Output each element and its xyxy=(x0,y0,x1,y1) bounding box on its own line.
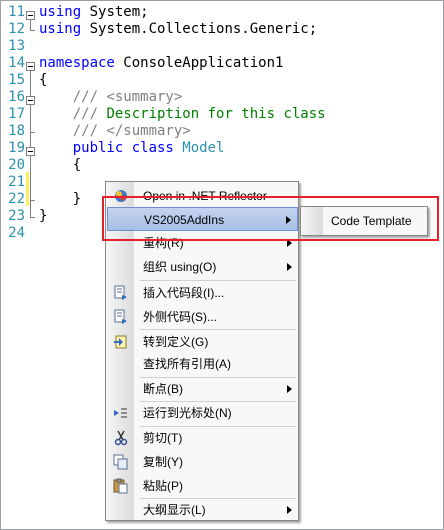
code-line[interactable]: 14 namespace ConsoleApplication1 xyxy=(1,55,443,72)
code-line[interactable]: 16 /// <summary> xyxy=(1,89,443,106)
highlight-annotation-box xyxy=(102,196,439,241)
menu-item-run-to-cursor[interactable]: 运行到光标处(N) xyxy=(107,401,298,425)
code-token: namespace xyxy=(39,55,115,71)
code-text[interactable]: { xyxy=(39,72,47,89)
line-number: 12 xyxy=(8,21,25,37)
code-token: using xyxy=(39,21,82,37)
menu-item-label: 断点(B) xyxy=(143,382,183,396)
insert-snippet-icon xyxy=(114,285,127,300)
menu-item-organize-using[interactable]: 组织 using(O) xyxy=(107,255,298,279)
copy-icon xyxy=(113,454,128,470)
code-line[interactable]: 15 { xyxy=(1,72,443,89)
go-to-definition-icon xyxy=(114,335,127,349)
menu-item-label: 查找所有引用(A) xyxy=(143,357,231,371)
code-line[interactable]: 13 xyxy=(1,38,443,55)
line-number: 13 xyxy=(8,38,25,54)
line-number: 19 xyxy=(8,140,25,156)
menu-item-label: 粘贴(P) xyxy=(143,479,183,493)
menu-item-label: 插入代码段(I)... xyxy=(143,286,225,300)
menu-item-outlining[interactable]: 大纲显示(L) xyxy=(107,498,298,522)
menu-item-go-to-definition[interactable]: 转到定义(G) xyxy=(107,330,298,354)
surround-with-icon xyxy=(114,309,127,324)
code-text[interactable]: /// </summary> xyxy=(39,123,191,140)
code-token: Description for this class xyxy=(98,106,326,122)
line-number: 18 xyxy=(8,123,25,139)
code-text[interactable]: /// <summary> xyxy=(39,89,183,106)
menu-item-find-all-references[interactable]: 查找所有引用(A) xyxy=(107,352,298,376)
menu-item-cut[interactable]: 剪切(T) xyxy=(107,426,298,450)
code-text[interactable]: public class Model xyxy=(39,140,225,157)
menu-item-label: 组织 using(O) xyxy=(143,260,217,274)
line-number: 14 xyxy=(8,55,25,71)
submenu-arrow-icon xyxy=(287,506,292,514)
code-line[interactable]: 20 { xyxy=(1,157,443,174)
menu-item-insert-snippet[interactable]: 插入代码段(I)... xyxy=(107,281,298,305)
line-number: 15 xyxy=(8,72,25,88)
line-number: 20 xyxy=(8,157,25,173)
code-line[interactable]: 11 using System; xyxy=(1,4,443,21)
line-number: 22 xyxy=(8,191,25,207)
menu-item-surround-with[interactable]: 外侧代码(S)... xyxy=(107,305,298,329)
line-number: 16 xyxy=(8,89,25,105)
submenu-arrow-icon xyxy=(287,263,292,271)
code-token: public class xyxy=(39,140,174,156)
code-line[interactable]: 17 /// Description for this class xyxy=(1,106,443,123)
code-token: } xyxy=(39,191,82,207)
code-line[interactable]: 19 public class Model xyxy=(1,140,443,157)
menu-item-copy[interactable]: 复制(Y) xyxy=(107,450,298,474)
code-text[interactable]: { xyxy=(39,157,81,174)
code-token: { xyxy=(39,157,82,173)
code-token: using xyxy=(39,4,82,20)
code-text[interactable]: } xyxy=(39,191,81,208)
menu-item-paste[interactable]: 粘贴(P) xyxy=(107,474,298,498)
menu-item-breakpoint[interactable]: 断点(B) xyxy=(107,377,298,401)
code-token: System.Collections.Generic; xyxy=(81,21,318,37)
code-token: ConsoleApplication1 xyxy=(114,55,284,71)
menu-item-label: 复制(Y) xyxy=(143,455,183,469)
line-number: 21 xyxy=(8,174,25,190)
code-text[interactable]: using System; xyxy=(39,4,149,21)
code-text[interactable]: /// Description for this class xyxy=(39,106,326,123)
submenu-arrow-icon xyxy=(287,385,292,393)
code-token: Model xyxy=(182,140,225,156)
menu-item-label: 运行到光标处(N) xyxy=(143,406,232,420)
code-token: /// </summary> xyxy=(39,123,191,139)
run-to-cursor-icon xyxy=(114,408,127,418)
line-number: 24 xyxy=(8,225,25,241)
line-number: 23 xyxy=(8,208,25,224)
code-token: System; xyxy=(81,4,149,20)
code-token: { xyxy=(39,72,48,88)
menu-item-label: 转到定义(G) xyxy=(143,335,209,349)
code-line[interactable]: 18 /// </summary> xyxy=(1,123,443,140)
code-token: } xyxy=(39,208,48,224)
line-number: 17 xyxy=(8,106,25,122)
code-text[interactable]: using System.Collections.Generic; xyxy=(39,21,317,38)
code-token: /// xyxy=(39,106,99,122)
menu-item-label: 大纲显示(L) xyxy=(143,503,206,517)
code-text[interactable]: namespace ConsoleApplication1 xyxy=(39,55,283,72)
paste-icon xyxy=(113,478,128,494)
menu-item-label: 外侧代码(S)... xyxy=(143,310,217,324)
code-text[interactable]: } xyxy=(39,208,47,225)
cut-icon xyxy=(114,430,128,446)
code-line[interactable]: 12 using System.Collections.Generic; xyxy=(1,21,443,38)
menu-item-label: 剪切(T) xyxy=(143,431,183,445)
code-token: /// <summary> xyxy=(39,89,183,105)
line-number: 11 xyxy=(8,4,25,20)
